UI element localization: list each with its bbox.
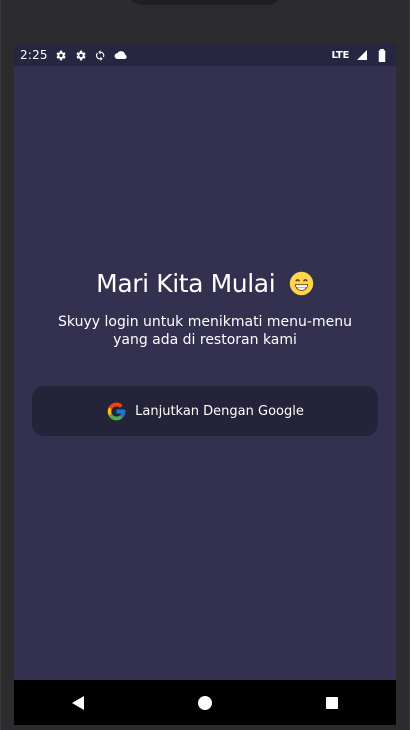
signal-icon-glyph: [357, 50, 367, 60]
sync-icon: [94, 48, 108, 62]
status-bar: 2:25 LTE: [14, 44, 396, 66]
google-icon-glyph: [107, 402, 126, 420]
google-icon: [106, 401, 127, 422]
login-subtitle: Skuyy login untuk menikmati menu-menu ya…: [58, 314, 352, 348]
system-navigation-bar: [14, 680, 396, 725]
device-top-bump: [127, 0, 283, 6]
title-text: Mari Kita Mulai: [96, 269, 276, 298]
continue-with-google-button[interactable]: Lanjutkan Dengan Google: [32, 386, 378, 436]
status-left: 2:25: [20, 48, 128, 62]
battery-icon-glyph: [378, 48, 386, 62]
login-content: Mari Kita Mulai Skuyy login untuk menikm…: [14, 66, 396, 680]
status-right: LTE: [332, 48, 389, 62]
page-title: Mari Kita Mulai: [14, 267, 396, 301]
battery-icon: [375, 48, 389, 62]
settings-icon-secondary: [74, 48, 88, 62]
home-button[interactable]: [185, 683, 225, 723]
device-left-edge: [0, 0, 1, 730]
cloud-icon-glyph: [114, 50, 127, 59]
back-icon: [71, 695, 84, 710]
phone-device: 2:25 LTE Mari Kita Mulai Skuyy login unt…: [0, 0, 410, 730]
home-icon: [197, 695, 212, 710]
status-time: 2:25: [20, 48, 48, 62]
recents-icon: [326, 696, 339, 709]
recents-button[interactable]: [312, 683, 352, 723]
cloud-icon: [114, 48, 128, 62]
grinning-face-icon: [289, 271, 314, 296]
settings-icon-glyph: [56, 50, 66, 60]
settings-icon: [54, 48, 68, 62]
network-label: LTE: [331, 49, 350, 61]
google-button-label: Lanjutkan Dengan Google: [135, 403, 304, 419]
signal-icon: [355, 48, 369, 62]
sync-icon-glyph: [96, 49, 105, 61]
back-button[interactable]: [58, 683, 98, 723]
grinning-face-glyph: [289, 271, 314, 296]
settings-icon-secondary-glyph: [76, 50, 86, 60]
app-screen: 2:25 LTE Mari Kita Mulai Skuyy login unt…: [14, 44, 396, 725]
